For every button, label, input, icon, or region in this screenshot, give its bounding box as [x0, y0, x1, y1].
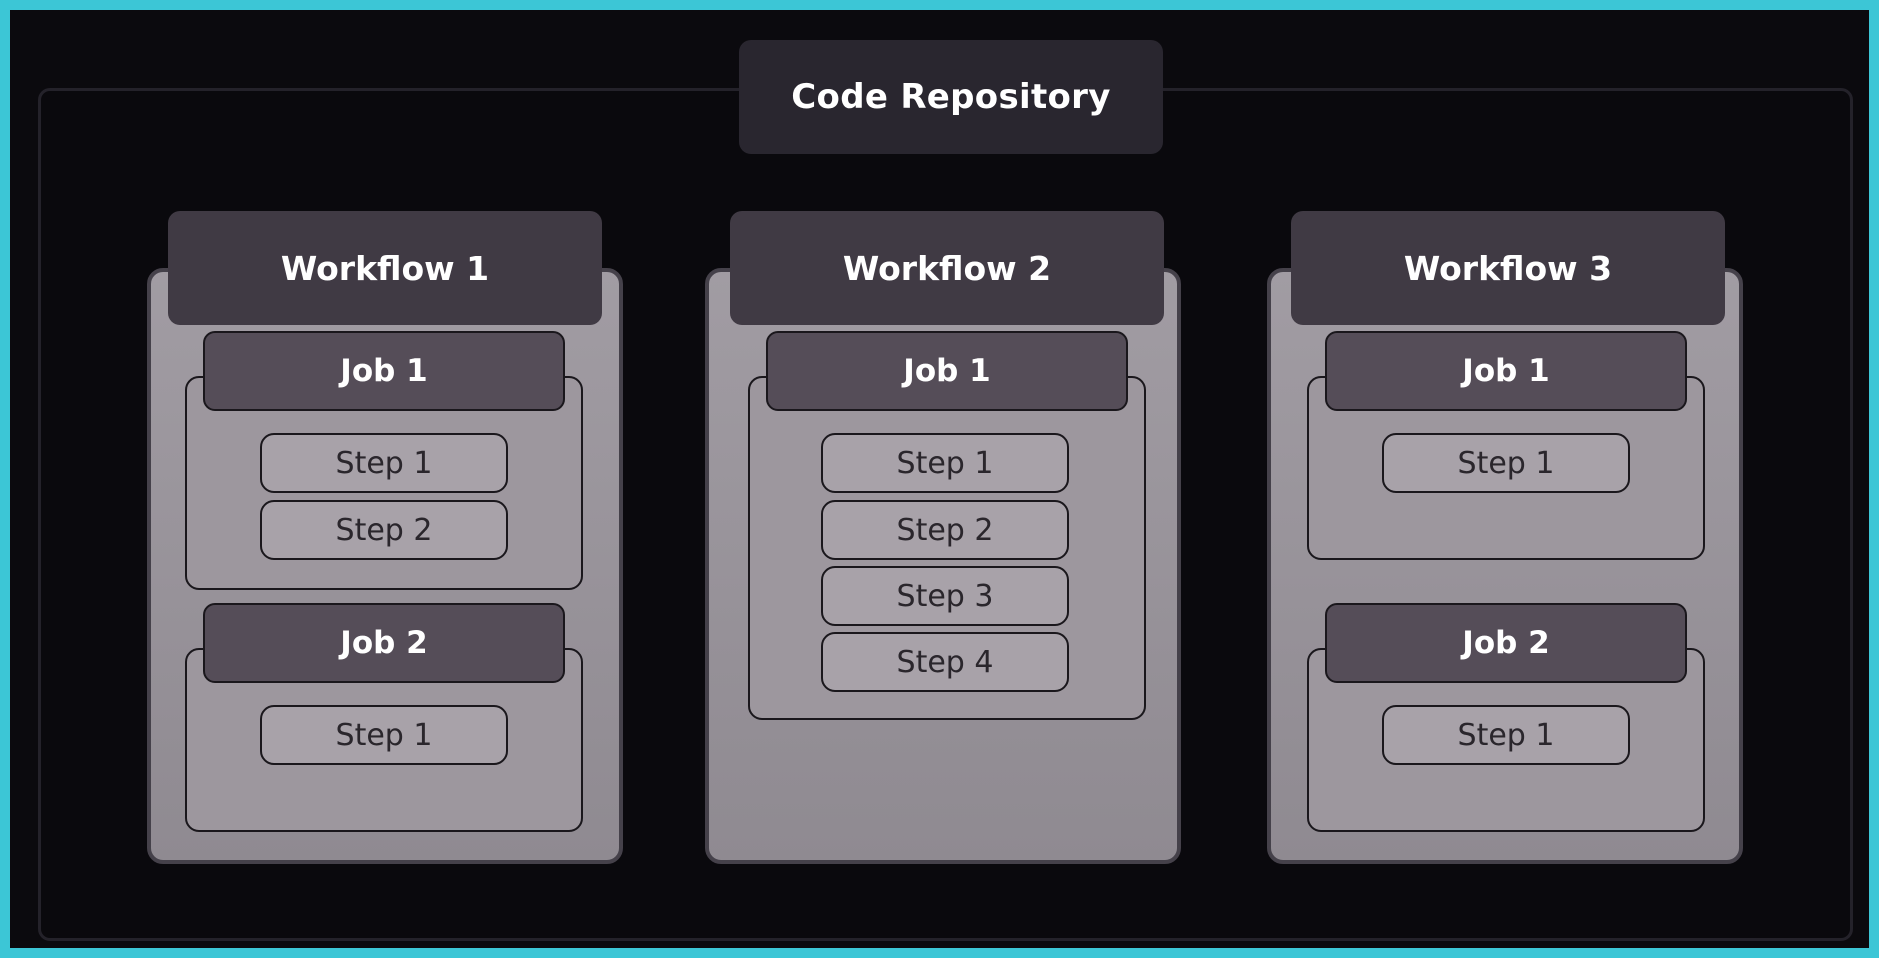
- workflow-1-job-1-step-1: Step 1: [260, 433, 508, 493]
- workflow-1-job-2-header: Job 2: [203, 603, 565, 683]
- workflow-1-job-2-step-1: Step 1: [260, 705, 508, 765]
- workflow-2-job-1-step-1: Step 1: [821, 433, 1069, 493]
- workflow-1-job-1-header: Job 1: [203, 331, 565, 411]
- workflow-3-job-2-step-1: Step 1: [1382, 705, 1630, 765]
- workflow-3-job-2-header: Job 2: [1325, 603, 1687, 683]
- workflow-2-job-1-step-3: Step 3: [821, 566, 1069, 626]
- workflow-2-job-1-step-4: Step 4: [821, 632, 1069, 692]
- code-repository-title: Code Repository: [739, 40, 1163, 154]
- workflow-2-header: Workflow 2: [730, 211, 1164, 325]
- workflow-3-job-1-step-1: Step 1: [1382, 433, 1630, 493]
- workflow-2-job-1-step-2: Step 2: [821, 500, 1069, 560]
- workflow-2-job-1-header: Job 1: [766, 331, 1128, 411]
- workflow-3-job-1-header: Job 1: [1325, 331, 1687, 411]
- workflow-3-header: Workflow 3: [1291, 211, 1725, 325]
- workflow-1-job-1-step-2: Step 2: [260, 500, 508, 560]
- diagram-frame: Code Repository Workflow 1 Job 1 Step 1 …: [0, 0, 1879, 958]
- workflow-1-header: Workflow 1: [168, 211, 602, 325]
